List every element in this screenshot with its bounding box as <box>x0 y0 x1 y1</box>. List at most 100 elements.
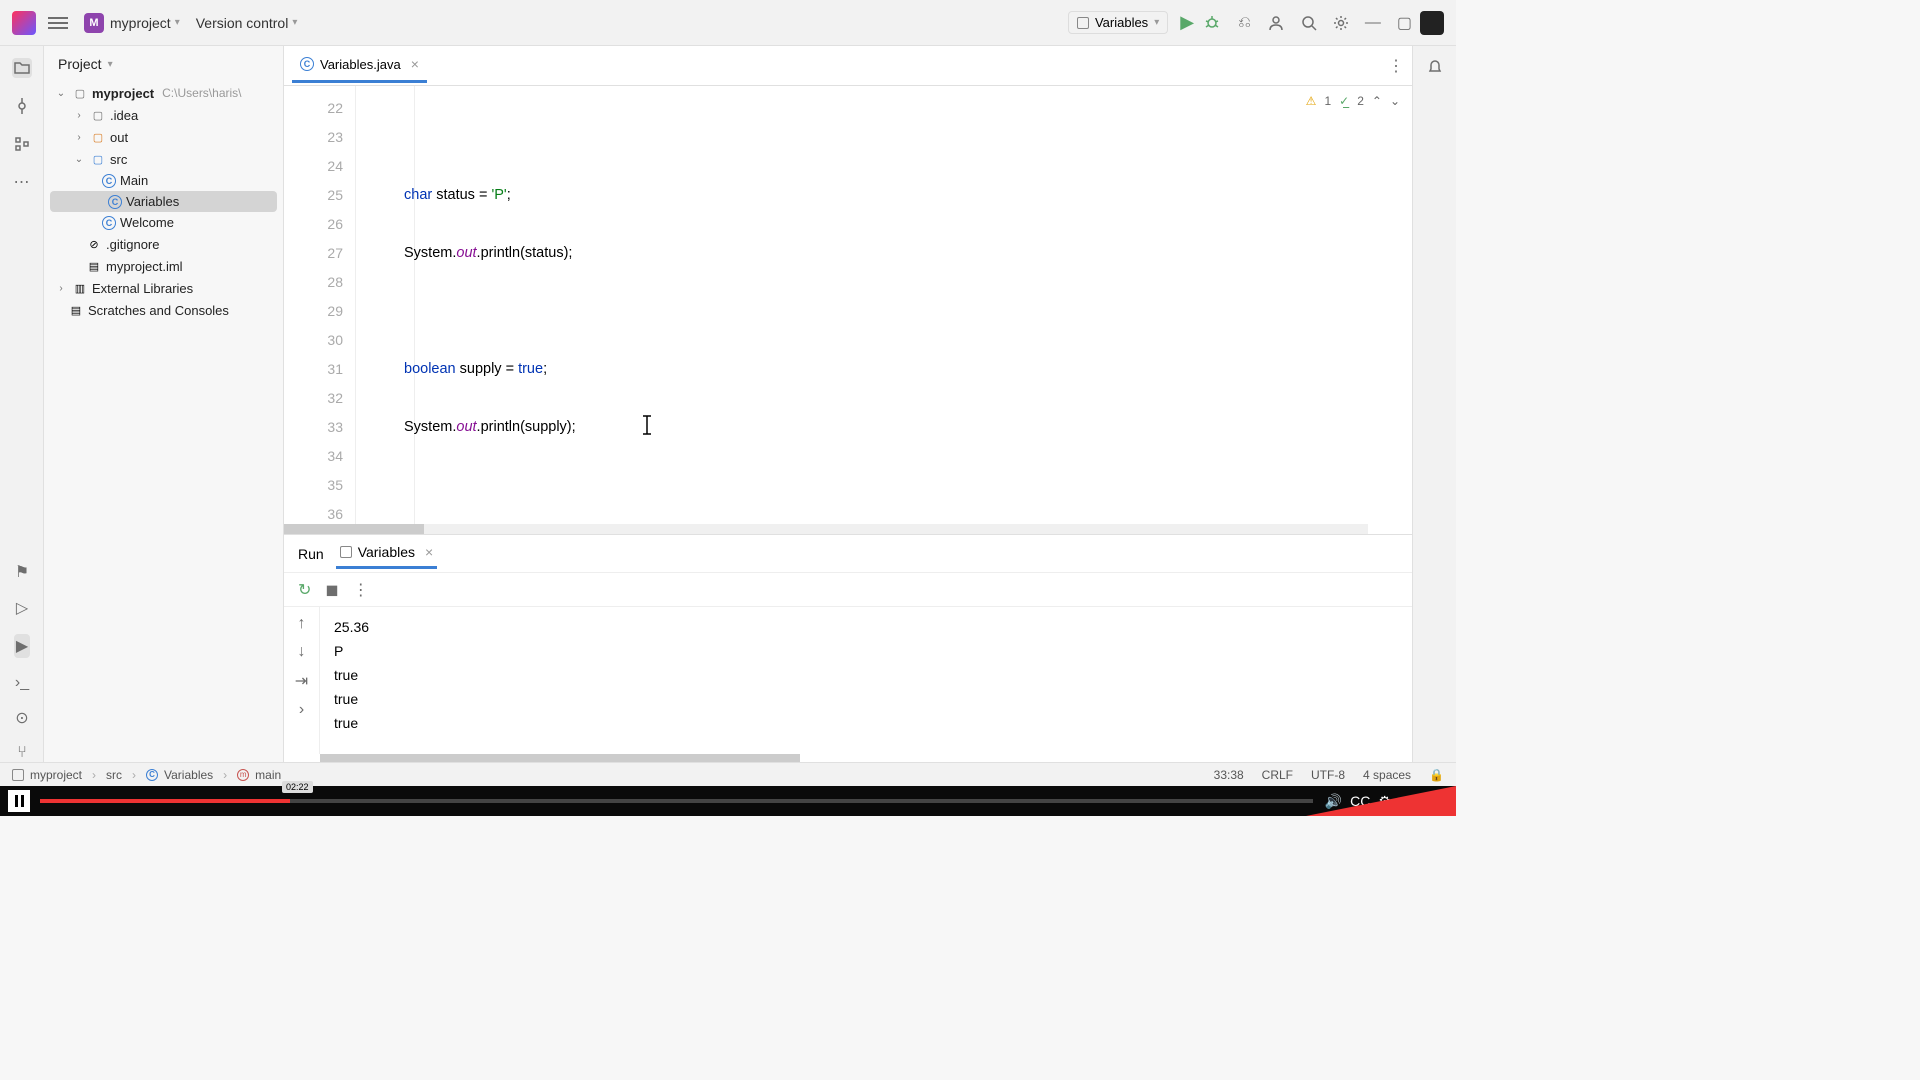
tree-label: myproject <box>92 86 154 101</box>
minimize-icon[interactable]: — <box>1365 14 1381 32</box>
more-tool-icon[interactable]: ⋯ <box>12 172 32 192</box>
breadcrumb[interactable]: myproject › src › C Variables › m main <box>12 768 281 782</box>
more-actions-icon[interactable]: ⋮ <box>353 580 369 600</box>
folder-icon: ▢ <box>90 129 106 145</box>
app-logo-icon <box>12 11 36 35</box>
tab-menu-icon[interactable]: ⋮ <box>1388 56 1404 76</box>
bookmarks-icon[interactable]: ⚑ <box>15 562 29 582</box>
close-icon[interactable]: × <box>411 56 419 72</box>
config-icon <box>340 546 352 558</box>
expand-arrow-icon[interactable]: › <box>72 110 86 121</box>
console-line: true <box>334 687 1398 711</box>
line-ending[interactable]: CRLF <box>1262 768 1293 782</box>
module-icon: ▤ <box>86 258 102 274</box>
encoding[interactable]: UTF-8 <box>1311 768 1345 782</box>
run-config-selector[interactable]: Variables ▾ <box>1068 11 1168 34</box>
module-icon <box>12 769 24 781</box>
debug-button[interactable] <box>1204 15 1220 31</box>
tree-file-iml[interactable]: ▤ myproject.iml <box>44 255 283 277</box>
run-tab[interactable]: Variables × <box>336 538 438 569</box>
terminal-icon[interactable]: ›_ <box>15 674 29 692</box>
tree-file-gitignore[interactable]: ⊘ .gitignore <box>44 233 283 255</box>
line-number: 25 <box>284 181 343 210</box>
project-root[interactable]: ⌄ ▢ myproject C:\Users\haris\ <box>44 82 283 104</box>
expand-arrow-icon[interactable]: ⌄ <box>72 154 86 165</box>
source-folder-icon: ▢ <box>90 151 106 167</box>
tree-file-welcome[interactable]: C Welcome <box>44 212 283 233</box>
run-side-toolbar: ↑ ↓ ⇥ › <box>284 607 320 754</box>
project-tool-icon[interactable] <box>12 58 32 78</box>
wrap-icon[interactable]: ⇥ <box>295 671 308 691</box>
run-tool-icon[interactable]: ▷ <box>16 598 28 618</box>
editor-tab[interactable]: C Variables.java × <box>292 48 427 83</box>
stop-button[interactable]: ◼ <box>325 580 338 600</box>
search-icon[interactable] <box>1301 15 1317 31</box>
problems-icon[interactable]: ⊙ <box>15 708 28 728</box>
commit-tool-icon[interactable] <box>12 96 32 116</box>
tree-file-main[interactable]: C Main <box>44 170 283 191</box>
chevron-down-icon: ▾ <box>1154 17 1159 28</box>
code-content[interactable]: char status = 'P'; System.out.println(st… <box>356 86 1412 524</box>
tree-scratches[interactable]: ▤ Scratches and Consoles <box>44 299 283 321</box>
settings-icon[interactable] <box>1333 15 1349 31</box>
line-number: 36 <box>284 500 343 524</box>
code-with-me-icon[interactable] <box>1267 14 1285 32</box>
chevron-down-icon: ▾ <box>292 17 297 28</box>
structure-tool-icon[interactable] <box>12 134 32 154</box>
line-number: 24 <box>284 152 343 181</box>
expand-arrow-icon[interactable]: ⌄ <box>54 88 68 99</box>
indent-label[interactable]: 4 spaces <box>1363 768 1411 782</box>
project-panel-title: Project <box>58 56 102 72</box>
crumb-item[interactable]: myproject <box>30 768 82 782</box>
expand-arrow-icon[interactable]: › <box>54 283 68 294</box>
close-icon[interactable]: × <box>425 544 433 560</box>
editor-tabs: C Variables.java × ⋮ <box>284 46 1412 86</box>
main-menu-button[interactable] <box>48 14 68 32</box>
bottom-left-tools: ⚑ ▷ ▶ ›_ ⊙ ⑂ <box>0 562 44 762</box>
crumb-item[interactable]: src <box>106 768 122 782</box>
seek-bar[interactable]: 02:22 <box>40 799 1313 803</box>
pause-button[interactable] <box>8 790 30 812</box>
up-arrow-icon[interactable]: ↑ <box>298 615 306 633</box>
editor-scrollbar[interactable] <box>284 524 1368 534</box>
console-line: true <box>334 711 1398 735</box>
line-number: 22 <box>284 94 343 123</box>
code-editor[interactable]: ⚠1 ✓̲2 ⌃ ⌄ 22 23 24 25 26 27 28 29 30 31… <box>284 86 1412 524</box>
class-icon: C <box>102 174 116 188</box>
corner-decoration <box>1306 786 1456 816</box>
class-icon: C <box>108 195 122 209</box>
rerun-button[interactable]: ↻ <box>298 580 311 600</box>
readonly-icon[interactable]: 🔒 <box>1429 768 1444 782</box>
tree-folder-idea[interactable]: › ▢ .idea <box>44 104 283 126</box>
vcs-label[interactable]: Version control <box>196 15 289 31</box>
crumb-item[interactable]: Variables <box>164 768 213 782</box>
chevron-down-icon: ▾ <box>175 17 180 28</box>
down-arrow-icon[interactable]: ↓ <box>298 643 306 661</box>
line-number: 33 <box>284 413 343 442</box>
project-badge: M <box>84 13 104 33</box>
git-icon[interactable]: ⑂ <box>17 744 27 762</box>
tree-folder-out[interactable]: › ▢ out <box>44 126 283 148</box>
line-number: 32 <box>284 384 343 413</box>
text-cursor-icon <box>639 414 655 436</box>
tree-external-libs[interactable]: › ▥ External Libraries <box>44 277 283 299</box>
project-name-label[interactable]: myproject <box>110 15 171 31</box>
crumb-item[interactable]: main <box>255 768 281 782</box>
video-media-bar: 02:22 🔊 CC ⚙ ⧉ ▭ ⛶ <box>0 786 1456 816</box>
console-output[interactable]: 25.36 P true true true <box>320 607 1412 754</box>
project-panel-header[interactable]: Project ▾ <box>44 46 283 82</box>
run-button[interactable]: ▶ <box>1180 12 1194 33</box>
run-window-icon[interactable]: ▶ <box>14 634 30 658</box>
folder-icon: ▢ <box>90 107 106 123</box>
notification-badge[interactable] <box>1420 11 1444 35</box>
tree-file-variables[interactable]: C Variables <box>50 191 277 212</box>
vcs-icon[interactable]: ⎌ <box>1238 14 1251 32</box>
tree-folder-src[interactable]: ⌄ ▢ src <box>44 148 283 170</box>
tree-label: Variables <box>126 194 179 209</box>
line-number: 34 <box>284 442 343 471</box>
expand-arrow-icon[interactable]: › <box>72 132 86 143</box>
maximize-icon[interactable]: ▢ <box>1397 13 1412 33</box>
expand-icon[interactable]: › <box>299 701 304 719</box>
caret-position[interactable]: 33:38 <box>1214 768 1244 782</box>
notifications-icon[interactable] <box>1427 58 1443 74</box>
